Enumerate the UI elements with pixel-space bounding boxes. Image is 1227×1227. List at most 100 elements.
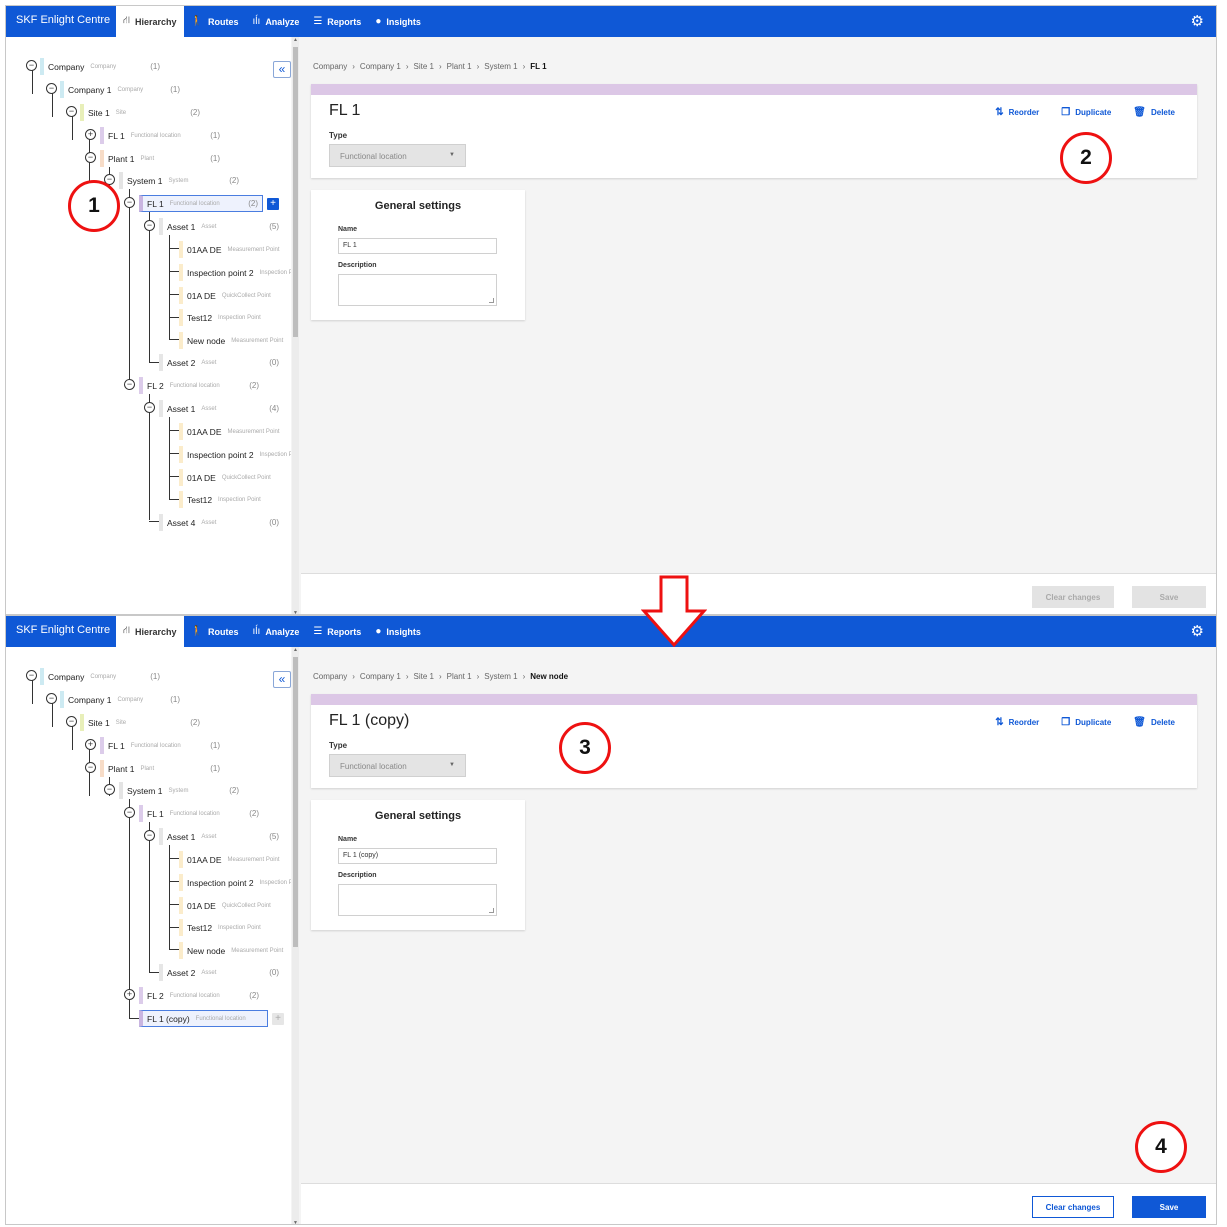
tab-hierarchy[interactable]: ⛙ Hierarchy <box>116 616 184 647</box>
tree-node-asset1[interactable]: Asset 1 Asset (5) <box>159 828 283 845</box>
expand-toggle-icon[interactable]: + <box>124 989 135 1000</box>
tree-node-01aa-de[interactable]: 01AA DE Measurement Point <box>179 423 291 440</box>
tree-node-fl2[interactable]: FL 2 Functional location (2) <box>139 987 263 1004</box>
collapse-toggle-icon[interactable]: − <box>66 716 77 727</box>
scroll-up-icon[interactable]: ▲ <box>292 647 299 653</box>
tree-node-inspection-point-2[interactable]: Inspection point 2 Inspection Point <box>179 446 291 463</box>
gear-icon[interactable]: ⚙ <box>1191 622 1204 640</box>
collapse-panel-button[interactable]: « <box>273 61 291 78</box>
tree-node-asset4[interactable]: Asset 4 Asset (0) <box>159 514 283 531</box>
tree-node-fl1-site[interactable]: FL 1 Functional location (1) <box>100 737 224 754</box>
save-button[interactable]: Save <box>1132 1196 1206 1218</box>
tree-node-asset2[interactable]: Asset 2 Asset (0) <box>159 354 283 371</box>
collapse-toggle-icon[interactable]: − <box>66 106 77 117</box>
tree-node-company[interactable]: Company Company (1) <box>40 58 164 75</box>
tab-insights[interactable]: ● Insights <box>368 6 428 37</box>
tree-node-system1[interactable]: System 1 System (2) <box>119 172 243 189</box>
delete-button[interactable]: 🗑 Delete <box>1133 717 1175 728</box>
duplicate-button[interactable]: ❐ Duplicate <box>1061 717 1111 728</box>
breadcrumb-item[interactable]: Site 1 <box>414 62 434 71</box>
reorder-button[interactable]: ⇅ Reorder <box>995 717 1039 728</box>
tab-reports[interactable]: ☰ Reports <box>306 616 368 647</box>
tree-node-test12[interactable]: Test12 Inspection Point <box>179 491 291 508</box>
collapse-toggle-icon[interactable]: − <box>26 670 37 681</box>
tree-node-asset2[interactable]: Asset 2 Asset (0) <box>159 964 283 981</box>
tree-node-company[interactable]: Company Company (1) <box>40 668 164 685</box>
tree-node-01aa-de[interactable]: 01AA DE Measurement Point <box>179 851 291 868</box>
tree-node-01a-de[interactable]: 01A DE QuickCollect Point <box>179 469 291 486</box>
scroll-up-icon[interactable]: ▲ <box>292 37 299 43</box>
breadcrumb-item[interactable]: Plant 1 <box>447 62 472 71</box>
tree-node-fl1-copy-selected[interactable]: FL 1 (copy) Functional location <box>139 1010 268 1027</box>
tree-node-01aa-de[interactable]: 01AA DE Measurement Point <box>179 241 291 258</box>
tree-node-fl1[interactable]: FL 1 Functional location (2) <box>139 805 263 822</box>
collapse-toggle-icon[interactable]: − <box>144 402 155 413</box>
collapse-toggle-icon[interactable]: − <box>46 83 57 94</box>
tree-node-company1[interactable]: Company 1 Company (1) <box>60 81 184 98</box>
collapse-toggle-icon[interactable]: − <box>124 197 135 208</box>
breadcrumb-item[interactable]: Company <box>313 62 347 71</box>
tree-node-company1[interactable]: Company 1 Company (1) <box>60 691 184 708</box>
add-child-button[interactable]: + <box>272 1013 284 1025</box>
description-field[interactable] <box>338 274 497 306</box>
tree-scrollbar[interactable]: ▲ ▼ <box>292 37 299 614</box>
tree-node-01a-de[interactable]: 01A DE QuickCollect Point <box>179 897 291 914</box>
tab-analyze[interactable]: ıĺı Analyze <box>246 616 307 647</box>
tree-node-fl1-selected[interactable]: FL 1 Functional location (2) <box>139 195 263 212</box>
tree-node-test12[interactable]: Test12 Inspection Point <box>179 309 291 326</box>
breadcrumb-item[interactable]: Company 1 <box>360 62 401 71</box>
tab-insights[interactable]: ● Insights <box>368 616 428 647</box>
collapse-toggle-icon[interactable]: − <box>104 784 115 795</box>
gear-icon[interactable]: ⚙ <box>1191 12 1204 30</box>
breadcrumb-item[interactable]: Plant 1 <box>447 672 472 681</box>
collapse-toggle-icon[interactable]: − <box>46 693 57 704</box>
tree-node-01a-de[interactable]: 01A DE QuickCollect Point <box>179 287 291 304</box>
tree-node-new-node[interactable]: New node Measurement Point <box>179 332 291 349</box>
breadcrumb-item[interactable]: System 1 <box>484 62 517 71</box>
tree-node-site1[interactable]: Site 1 Site (2) <box>80 714 204 731</box>
breadcrumb-item[interactable]: Company <box>313 672 347 681</box>
add-child-button[interactable]: + <box>267 198 279 210</box>
tree-node-new-node[interactable]: New node Measurement Point <box>179 942 291 959</box>
tree-node-inspection-point-2[interactable]: Inspection point 2 Inspection Point <box>179 874 291 891</box>
collapse-toggle-icon[interactable]: − <box>144 830 155 841</box>
tree-node-system1[interactable]: System 1 System (2) <box>119 782 243 799</box>
tree-node-fl2[interactable]: FL 2 Functional location (2) <box>139 377 263 394</box>
collapse-toggle-icon[interactable]: − <box>26 60 37 71</box>
duplicate-button[interactable]: ❐ Duplicate <box>1061 107 1111 118</box>
expand-toggle-icon[interactable]: + <box>85 739 96 750</box>
tree-node-fl1-site[interactable]: FL 1 Functional location (1) <box>100 127 224 144</box>
tree-scrollbar[interactable]: ▲ ▼ <box>292 647 299 1224</box>
tab-routes[interactable]: 🚶 Routes <box>184 616 246 647</box>
clear-changes-button[interactable]: Clear changes <box>1032 586 1114 608</box>
tab-routes[interactable]: 🚶 Routes <box>184 6 246 37</box>
collapse-toggle-icon[interactable]: − <box>124 379 135 390</box>
tree-node-fl2-asset1[interactable]: Asset 1 Asset (4) <box>159 400 283 417</box>
breadcrumb-item[interactable]: System 1 <box>484 672 517 681</box>
name-field[interactable]: FL 1 (copy) <box>338 848 497 864</box>
scroll-thumb[interactable] <box>293 47 298 337</box>
save-button[interactable]: Save <box>1132 586 1206 608</box>
breadcrumb-item[interactable]: Company 1 <box>360 672 401 681</box>
type-select[interactable]: Functional location ▼ <box>329 144 466 167</box>
tree-node-test12[interactable]: Test12 Inspection Point <box>179 919 291 936</box>
breadcrumb-item[interactable]: Site 1 <box>414 672 434 681</box>
description-field[interactable] <box>338 884 497 916</box>
scroll-thumb[interactable] <box>293 657 298 947</box>
tree-node-inspection-point-2[interactable]: Inspection point 2 Inspection Point <box>179 264 291 281</box>
collapse-panel-button[interactable]: « <box>273 671 291 688</box>
tab-hierarchy[interactable]: ⛙ Hierarchy <box>116 6 184 37</box>
tree-node-plant1[interactable]: Plant 1 Plant (1) <box>100 760 224 777</box>
tree-node-asset1[interactable]: Asset 1 Asset (5) <box>159 218 283 235</box>
delete-button[interactable]: 🗑 Delete <box>1133 107 1175 118</box>
collapse-toggle-icon[interactable]: − <box>144 220 155 231</box>
scroll-down-icon[interactable]: ▼ <box>292 1220 299 1224</box>
collapse-toggle-icon[interactable]: − <box>124 807 135 818</box>
tree-node-plant1[interactable]: Plant 1 Plant (1) <box>100 150 224 167</box>
tab-analyze[interactable]: ıĺı Analyze <box>246 6 307 37</box>
name-field[interactable]: FL 1 <box>338 238 497 254</box>
tree-node-site1[interactable]: Site 1 Site (2) <box>80 104 204 121</box>
collapse-toggle-icon[interactable]: − <box>85 762 96 773</box>
reorder-button[interactable]: ⇅ Reorder <box>995 107 1039 118</box>
collapse-toggle-icon[interactable]: − <box>85 152 96 163</box>
